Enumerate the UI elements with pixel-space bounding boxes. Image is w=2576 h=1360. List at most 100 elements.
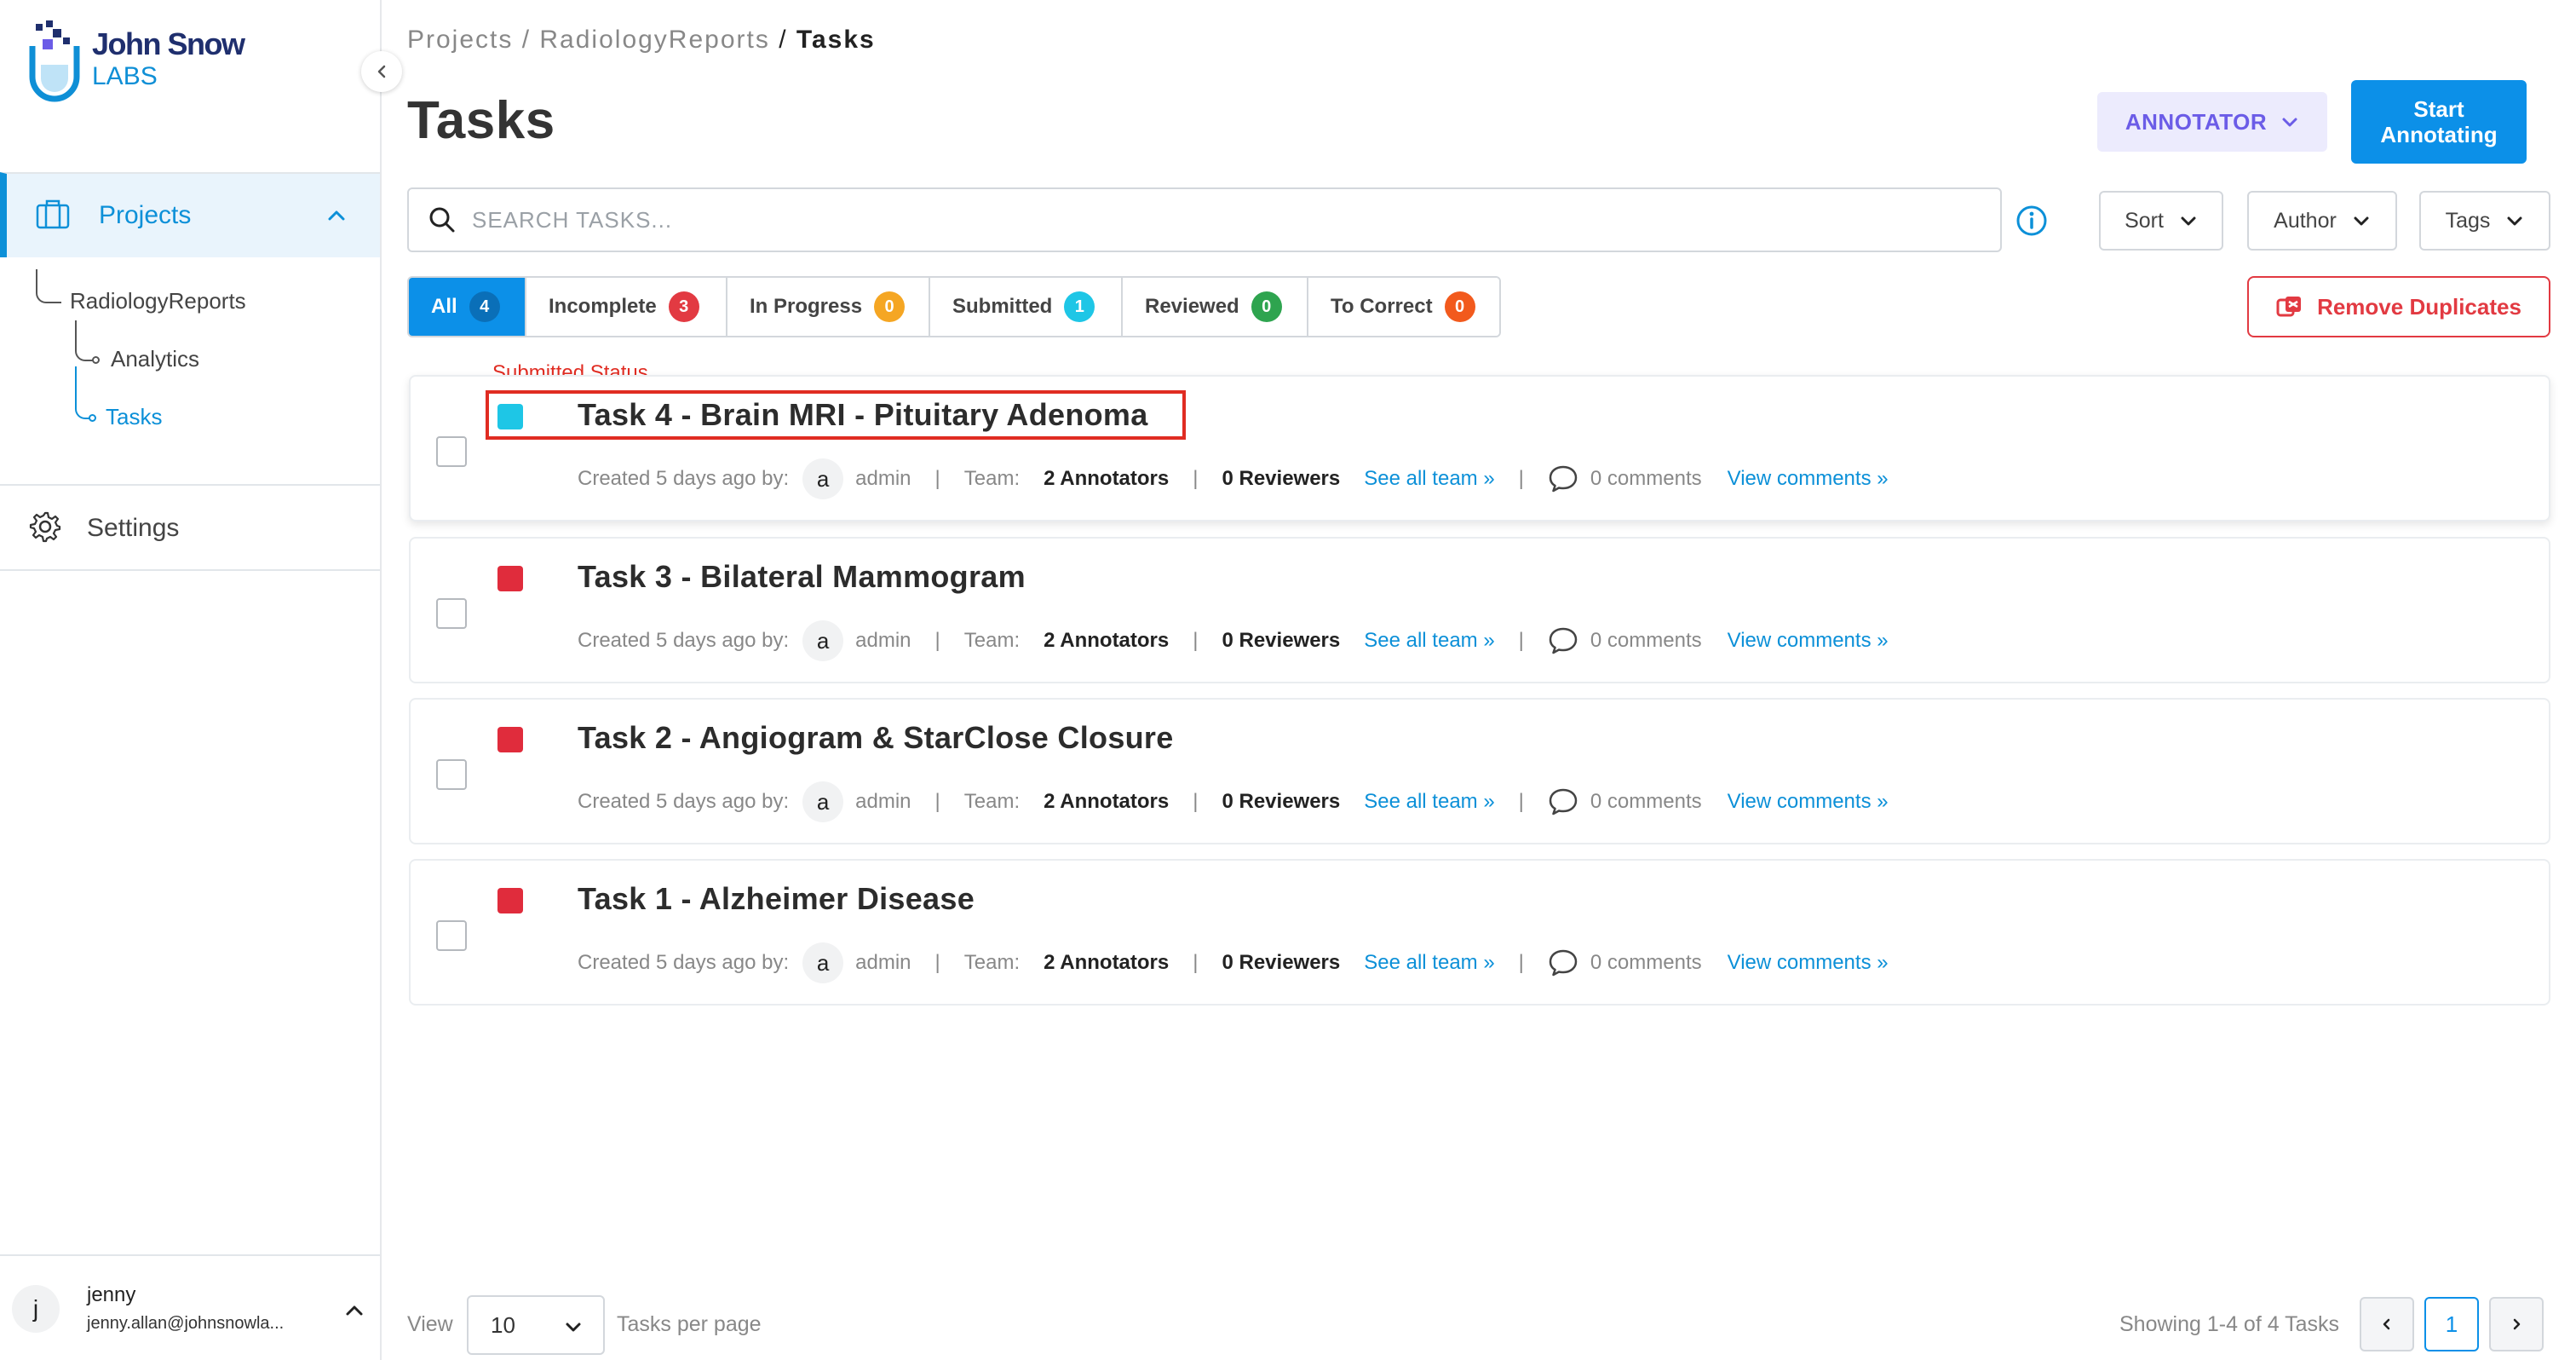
chevron-down-icon: [2282, 118, 2297, 127]
tab-to-correct[interactable]: To Correct 0: [1308, 278, 1499, 336]
avatar: j: [12, 1285, 60, 1333]
tab-in-progress[interactable]: In Progress 0: [727, 278, 930, 336]
tags-dropdown[interactable]: Tags: [2419, 191, 2550, 251]
start-annotating-button[interactable]: Start Annotating: [2351, 80, 2527, 164]
comment-icon: [1548, 787, 1578, 816]
breadcrumb-current: Tasks: [796, 26, 876, 54]
sidebar: John Snow LABS Projects RadiologyReports…: [0, 0, 402, 1360]
task-row[interactable]: Task 3 - Bilateral Mammogram Created 5 d…: [409, 537, 2550, 683]
view-comments-link[interactable]: View comments »: [1728, 629, 1889, 653]
tab-label: Incomplete: [549, 295, 657, 318]
team-label: Team:: [963, 790, 1021, 813]
task-row[interactable]: Task 1 - Alzheimer Disease Created 5 day…: [409, 859, 2550, 1006]
task-row[interactable]: Task 2 - Angiogram & StarClose Closure C…: [409, 698, 2550, 844]
role-select-button[interactable]: ANNOTATOR: [2097, 92, 2327, 152]
chevron-right-icon: [2513, 1318, 2521, 1330]
task-checkbox[interactable]: [436, 759, 467, 790]
author-dropdown[interactable]: Author: [2247, 191, 2397, 251]
task-title[interactable]: Task 1 - Alzheimer Disease: [578, 881, 975, 917]
separator: |: [934, 467, 940, 490]
separator: |: [1518, 951, 1524, 974]
view-comments-link[interactable]: View comments »: [1728, 790, 1889, 814]
count-badge: 3: [668, 291, 699, 322]
sidebar-item-projects[interactable]: Projects: [0, 172, 380, 257]
sidebar-divider: [0, 484, 380, 486]
prev-page-button[interactable]: [2360, 1297, 2414, 1351]
info-icon[interactable]: [2015, 205, 2048, 241]
status-indicator: [497, 727, 523, 752]
tab-label: Reviewed: [1145, 295, 1239, 318]
remove-duplicates-button[interactable]: Remove Duplicates: [2247, 276, 2550, 337]
separator: |: [934, 790, 940, 813]
count-badge: 1: [1064, 291, 1095, 322]
tree-item-project[interactable]: RadiologyReports: [70, 288, 246, 314]
briefcase-icon: [36, 199, 70, 233]
task-meta: Created 5 days ago by: a admin | Team: 2…: [578, 781, 1889, 822]
task-checkbox[interactable]: [436, 436, 467, 467]
tags-label: Tags: [2445, 208, 2491, 233]
separator: |: [1193, 951, 1199, 974]
comment-icon: [1548, 464, 1578, 493]
start-label-line1: Start: [2413, 96, 2464, 122]
breadcrumb-project[interactable]: RadiologyReports: [539, 26, 769, 54]
start-label-line2: Annotating: [2380, 122, 2498, 147]
created-label: Created 5 days ago by:: [578, 467, 790, 490]
created-label: Created 5 days ago by:: [578, 629, 790, 652]
breadcrumb-projects[interactable]: Projects: [407, 26, 513, 54]
tab-label: Submitted: [952, 295, 1053, 318]
tab-label: All: [431, 295, 457, 318]
user-email: jenny.allan@johnsnowla...: [87, 1314, 285, 1333]
tab-all[interactable]: All 4: [409, 278, 526, 336]
tree-connector: [75, 320, 97, 361]
page-title: Tasks: [407, 91, 555, 150]
see-all-team-link[interactable]: See all team »: [1364, 790, 1494, 814]
page-number-button[interactable]: 1: [2424, 1297, 2479, 1351]
see-all-team-link[interactable]: See all team »: [1364, 467, 1494, 491]
tab-reviewed[interactable]: Reviewed 0: [1123, 278, 1308, 336]
tab-incomplete[interactable]: Incomplete 3: [526, 278, 727, 336]
reviewers-count: 0 Reviewers: [1222, 467, 1341, 490]
reviewers-count: 0 Reviewers: [1222, 790, 1341, 813]
sort-label: Sort: [2125, 208, 2164, 233]
chevron-down-icon: [566, 1323, 581, 1332]
task-checkbox[interactable]: [436, 598, 467, 629]
status-tabs: All 4 Incomplete 3 In Progress 0 Submitt…: [407, 276, 1501, 337]
logo-icon: [29, 20, 80, 102]
tree-item-tasks[interactable]: Tasks: [106, 404, 162, 430]
role-label: ANNOTATOR: [2125, 108, 2268, 135]
collapse-sidebar-button[interactable]: [361, 51, 402, 92]
count-badge: 0: [1251, 291, 1282, 322]
per-page-select[interactable]: 10: [467, 1295, 605, 1355]
separator: |: [1518, 467, 1524, 490]
task-title[interactable]: Task 2 - Angiogram & StarClose Closure: [578, 720, 1174, 756]
tab-submitted[interactable]: Submitted 1: [930, 278, 1123, 336]
view-comments-link[interactable]: View comments »: [1728, 467, 1889, 491]
task-meta: Created 5 days ago by: a admin | Team: 2…: [578, 942, 1889, 983]
see-all-team-link[interactable]: See all team »: [1364, 629, 1494, 653]
tasks-per-page-label: Tasks per page: [617, 1312, 762, 1336]
john-snow-labs-logo[interactable]: John Snow LABS: [29, 20, 245, 102]
tab-label: In Progress: [750, 295, 863, 318]
chevron-up-icon[interactable]: [325, 205, 348, 231]
sidebar-item-settings[interactable]: Settings: [0, 487, 380, 569]
team-label: Team:: [963, 629, 1021, 652]
tree-connector: [75, 366, 94, 419]
breadcrumb: Projects / RadiologyReports / Tasks: [407, 26, 876, 55]
sort-dropdown[interactable]: Sort: [2099, 191, 2223, 251]
next-page-button[interactable]: [2489, 1297, 2544, 1351]
tree-item-analytics[interactable]: Analytics: [111, 346, 199, 372]
chevron-down-icon: [2507, 216, 2522, 226]
task-title[interactable]: Task 3 - Bilateral Mammogram: [578, 559, 1026, 595]
count-badge: 0: [874, 291, 906, 322]
search-input[interactable]: [472, 206, 1920, 233]
annotation-highlight-box: [486, 390, 1186, 440]
search-icon: [429, 207, 455, 233]
view-comments-link[interactable]: View comments »: [1728, 951, 1889, 975]
chevron-up-icon[interactable]: [344, 1300, 365, 1325]
separator: |: [1518, 629, 1524, 652]
task-checkbox[interactable]: [436, 920, 467, 951]
separator: |: [1193, 629, 1199, 652]
see-all-team-link[interactable]: See all team »: [1364, 951, 1494, 975]
user-menu[interactable]: j jenny jenny.allan@johnsnowla...: [0, 1254, 380, 1360]
sidebar-item-label: Settings: [87, 514, 180, 542]
